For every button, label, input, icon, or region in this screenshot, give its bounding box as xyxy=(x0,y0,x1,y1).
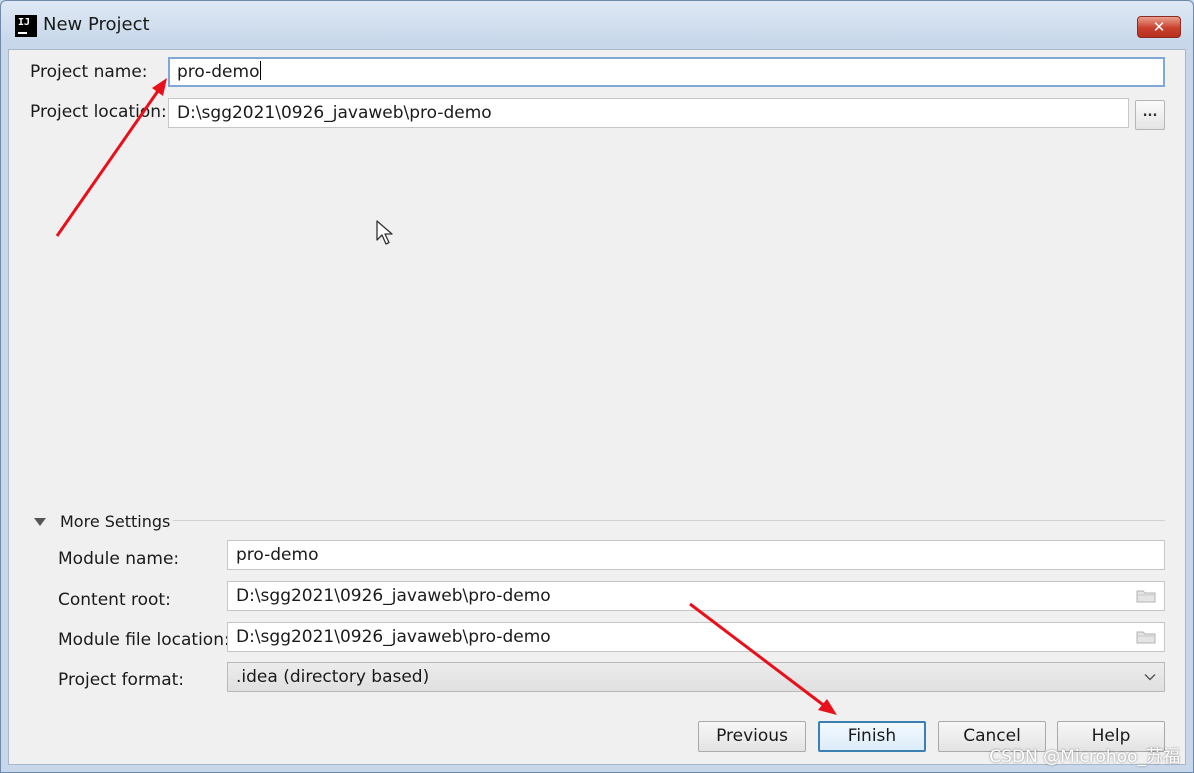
module-file-location-value: D:\sgg2021\0926_javaweb\pro-demo xyxy=(236,627,551,647)
folder-icon[interactable] xyxy=(1136,630,1156,644)
more-settings-title[interactable]: More Settings xyxy=(60,512,170,531)
project-location-input[interactable]: D:\sgg2021\0926_javaweb\pro-demo xyxy=(168,98,1129,128)
close-button[interactable]: ✕ xyxy=(1137,16,1181,38)
project-format-label: Project format: xyxy=(58,670,185,690)
content-root-input[interactable]: D:\sgg2021\0926_javaweb\pro-demo xyxy=(227,581,1165,611)
project-name-input[interactable]: pro-demo xyxy=(168,57,1165,87)
project-location-label: Project location: xyxy=(30,102,167,122)
folder-icon[interactable] xyxy=(1136,589,1156,603)
module-name-input[interactable]: pro-demo xyxy=(227,540,1165,570)
project-name-value: pro-demo xyxy=(177,62,260,82)
project-format-value: .idea (directory based) xyxy=(236,667,430,687)
finish-button[interactable]: Finish xyxy=(818,721,926,752)
triangle-down-icon[interactable] xyxy=(33,516,47,528)
intellij-icon: IJ xyxy=(15,15,37,37)
content-root-value: D:\sgg2021\0926_javaweb\pro-demo xyxy=(236,586,551,606)
project-name-label: Project name: xyxy=(30,62,148,82)
mouse-cursor-icon xyxy=(376,220,393,245)
project-format-select[interactable]: .idea (directory based) xyxy=(227,662,1165,692)
module-name-label: Module name: xyxy=(58,549,180,569)
watermark: CSDN @Microhoo_苏福 xyxy=(989,747,1180,767)
chevron-down-icon xyxy=(1144,674,1156,681)
content-root-label: Content root: xyxy=(58,590,171,610)
section-divider xyxy=(173,520,1165,521)
text-caret xyxy=(260,61,262,80)
new-project-dialog: IJ New Project ✕ Project name: pro-demo … xyxy=(0,0,1194,773)
title-bar: IJ New Project ✕ xyxy=(1,1,1193,51)
module-file-location-input[interactable]: D:\sgg2021\0926_javaweb\pro-demo xyxy=(227,622,1165,652)
browse-location-button[interactable]: ... xyxy=(1135,100,1165,130)
dialog-content: Project name: pro-demo Project location:… xyxy=(8,49,1186,765)
module-file-location-label: Module file location: xyxy=(58,630,230,650)
close-icon: ✕ xyxy=(1152,18,1166,36)
previous-button[interactable]: Previous xyxy=(698,721,806,752)
window-title: New Project xyxy=(43,14,150,35)
